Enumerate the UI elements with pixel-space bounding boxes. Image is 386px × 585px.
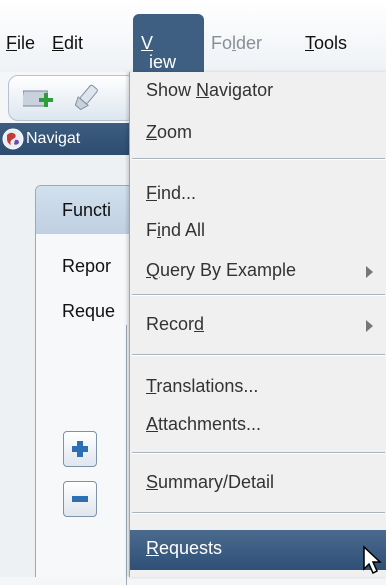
menu-bar: File Edit View Folder Tools [0,0,386,72]
menu-separator [132,512,385,514]
menu-separator [132,158,385,160]
navigator-titlebar: Navigat [0,123,136,155]
navigator-title: Navigat [26,130,81,147]
menu-edit[interactable]: Edit [52,33,83,54]
list-item-requests[interactable]: Reque [62,301,115,322]
menu-item-find[interactable]: Find... [130,175,386,215]
list-item-reports[interactable]: Repor [62,256,111,277]
menu-item-show-navigator[interactable]: Show Navigator [130,72,386,112]
menu-separator [132,354,385,356]
plus-icon [72,441,88,457]
minus-icon [72,496,88,502]
mouse-pointer-icon [362,545,384,580]
submenu-arrow-icon [366,320,373,332]
tab-functions[interactable]: Functi [36,186,136,234]
menu-file[interactable]: File [6,33,35,54]
menu-item-requests[interactable]: Requests [130,530,386,570]
menu-item-record[interactable]: Record [130,306,386,346]
menu-tools[interactable]: Tools [305,33,347,54]
menu-item-query-by-example[interactable]: Query By Example [130,252,386,292]
globe-icon [2,128,24,150]
menu-item-translations[interactable]: Translations... [130,368,386,408]
functions-panel: Functi Repor Reque [35,185,136,577]
menu-item-attachments[interactable]: Attachments... [130,406,386,446]
menu-item-zoom[interactable]: Zoom [130,114,386,154]
menu-separator [132,452,385,454]
menu-view[interactable]: View [133,14,204,72]
toolbar [8,75,136,121]
view-menu-dropdown: Show Navigator Zoom Find... Find All Que… [129,72,386,577]
expand-button[interactable] [63,431,97,467]
menu-folder[interactable]: Folder [211,33,262,54]
collapse-button[interactable] [63,481,97,517]
menu-item-summary-detail[interactable]: Summary/Detail [130,464,386,504]
new-record-icon[interactable] [20,82,57,112]
submenu-arrow-icon [366,266,373,278]
menu-separator [132,294,385,296]
flashlight-icon[interactable] [69,82,103,112]
menu-item-find-all[interactable]: Find All [130,212,386,252]
